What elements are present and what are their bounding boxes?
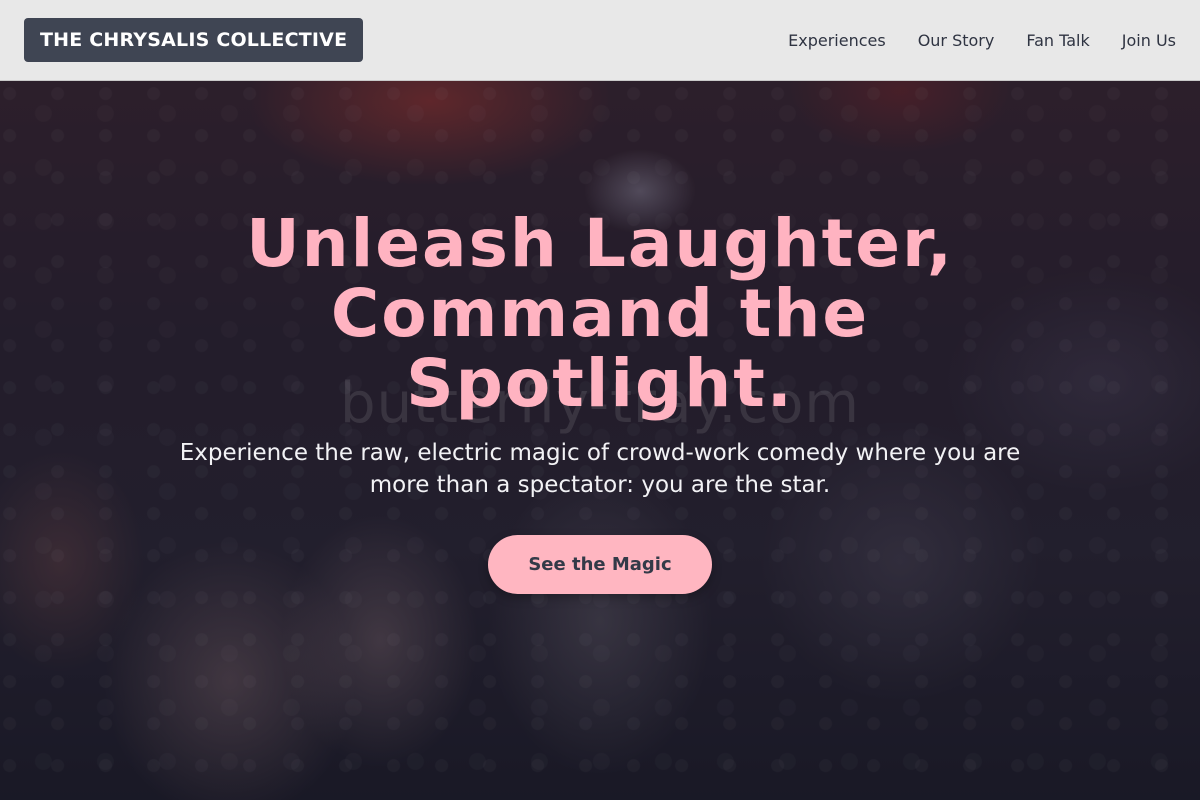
see-the-magic-button[interactable]: See the Magic [488,535,712,594]
nav-link-fan-talk[interactable]: Fan Talk [1026,31,1089,50]
nav-link-join-us[interactable]: Join Us [1122,31,1176,50]
brand-logo[interactable]: THE CHRYSALIS COLLECTIVE [24,18,364,62]
hero-subtext: Experience the raw, electric magic of cr… [179,440,1021,498]
landing-page: THE CHRYSALIS COLLECTIVE Experiences Our… [0,0,1200,800]
top-navbar: THE CHRYSALIS COLLECTIVE Experiences Our… [0,0,1200,81]
hero-headline: Unleash Laughter, Command the Spotlight. [246,205,954,422]
hero-section: butterfly-tray.com Unleash Laughter, Com… [0,81,1200,800]
nav-link-our-story[interactable]: Our Story [918,31,995,50]
nav-link-experiences[interactable]: Experiences [788,31,886,50]
main-nav: Experiences Our Story Fan Talk Join Us [788,0,1176,80]
